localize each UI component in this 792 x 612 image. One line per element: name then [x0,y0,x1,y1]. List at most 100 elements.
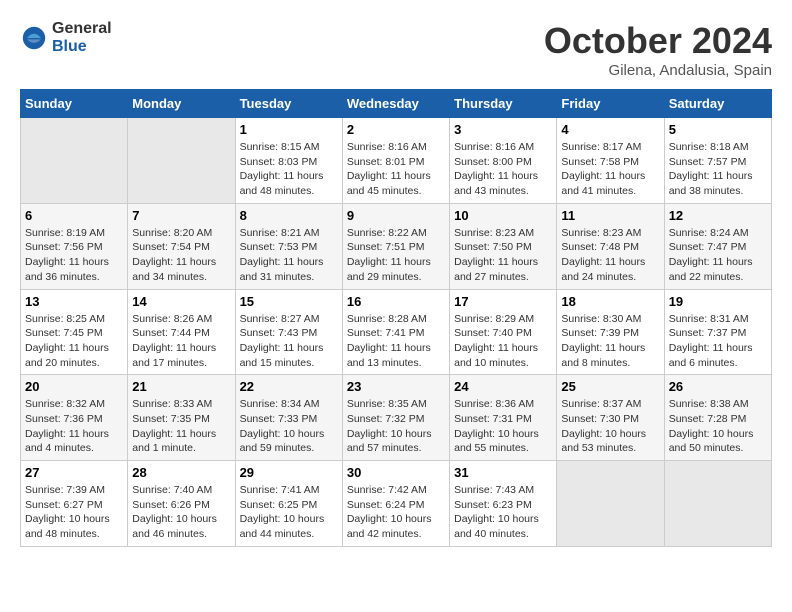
day-number: 8 [240,208,338,223]
week-row-3: 13 Sunrise: 8:25 AM Sunset: 7:45 PM Dayli… [21,289,772,375]
day-info: Sunrise: 8:27 AM Sunset: 7:43 PM Dayligh… [240,312,338,371]
day-cell: 17 Sunrise: 8:29 AM Sunset: 7:40 PM Dayli… [450,289,557,375]
day-cell: 1Sunrise: 8:15 AM Sunset: 8:03 PM Daylig… [235,118,342,204]
col-header-tuesday: Tuesday [235,90,342,118]
day-info: Sunrise: 8:38 AM Sunset: 7:28 PM Dayligh… [669,397,767,456]
day-cell: 15 Sunrise: 8:27 AM Sunset: 7:43 PM Dayli… [235,289,342,375]
day-info: Sunrise: 8:16 AM Sunset: 8:01 PM Dayligh… [347,140,445,199]
day-info: Sunrise: 8:23 AM Sunset: 7:48 PM Dayligh… [561,226,659,285]
day-info: Sunrise: 7:41 AM Sunset: 6:25 PM Dayligh… [240,483,338,542]
day-info: Sunrise: 7:42 AM Sunset: 6:24 PM Dayligh… [347,483,445,542]
col-header-sunday: Sunday [21,90,128,118]
day-number: 5 [669,122,767,137]
day-number: 10 [454,208,552,223]
day-info: Sunrise: 8:30 AM Sunset: 7:39 PM Dayligh… [561,312,659,371]
day-info: Sunrise: 8:23 AM Sunset: 7:50 PM Dayligh… [454,226,552,285]
day-number: 27 [25,465,123,480]
day-cell [128,118,235,204]
day-cell: 27Sunrise: 7:39 AM Sunset: 6:27 PM Dayli… [21,461,128,547]
day-cell: 22Sunrise: 8:34 AM Sunset: 7:33 PM Dayli… [235,375,342,461]
day-cell [664,461,771,547]
month-title: October 2024 [544,20,772,62]
week-row-5: 27Sunrise: 7:39 AM Sunset: 6:27 PM Dayli… [21,461,772,547]
col-header-saturday: Saturday [664,90,771,118]
day-info: Sunrise: 8:32 AM Sunset: 7:36 PM Dayligh… [25,397,123,456]
day-cell: 31Sunrise: 7:43 AM Sunset: 6:23 PM Dayli… [450,461,557,547]
day-number: 4 [561,122,659,137]
day-number: 28 [132,465,230,480]
col-header-thursday: Thursday [450,90,557,118]
day-info: Sunrise: 8:25 AM Sunset: 7:45 PM Dayligh… [25,312,123,371]
day-number: 12 [669,208,767,223]
day-cell: 6 Sunrise: 8:19 AM Sunset: 7:56 PM Daylig… [21,203,128,289]
day-number: 13 [25,294,123,309]
day-number: 20 [25,379,123,394]
week-row-4: 20 Sunrise: 8:32 AM Sunset: 7:36 PM Dayli… [21,375,772,461]
col-header-friday: Friday [557,90,664,118]
day-cell: 9Sunrise: 8:22 AM Sunset: 7:51 PM Daylig… [342,203,449,289]
day-cell: 13 Sunrise: 8:25 AM Sunset: 7:45 PM Dayli… [21,289,128,375]
day-number: 2 [347,122,445,137]
day-cell [557,461,664,547]
title-area: October 2024 Gilena, Andalusia, Spain [544,20,772,79]
day-cell: 10 Sunrise: 8:23 AM Sunset: 7:50 PM Dayli… [450,203,557,289]
calendar-table: SundayMondayTuesdayWednesdayThursdayFrid… [20,89,772,547]
day-cell: 3Sunrise: 8:16 AM Sunset: 8:00 PM Daylig… [450,118,557,204]
day-cell: 2 Sunrise: 8:16 AM Sunset: 8:01 PM Daylig… [342,118,449,204]
day-cell: 28Sunrise: 7:40 AM Sunset: 6:26 PM Dayli… [128,461,235,547]
day-cell: 23 Sunrise: 8:35 AM Sunset: 7:32 PM Dayli… [342,375,449,461]
day-number: 3 [454,122,552,137]
day-number: 7 [132,208,230,223]
day-info: Sunrise: 8:17 AM Sunset: 7:58 PM Dayligh… [561,140,659,199]
day-cell: 12 Sunrise: 8:24 AM Sunset: 7:47 PM Dayli… [664,203,771,289]
day-cell: 5 Sunrise: 8:18 AM Sunset: 7:57 PM Daylig… [664,118,771,204]
page-header: General Blue October 2024 Gilena, Andalu… [20,20,772,79]
day-number: 24 [454,379,552,394]
header-row: SundayMondayTuesdayWednesdayThursdayFrid… [21,90,772,118]
day-info: Sunrise: 8:21 AM Sunset: 7:53 PM Dayligh… [240,226,338,285]
logo-general: General [52,20,112,37]
day-number: 17 [454,294,552,309]
day-cell: 30Sunrise: 7:42 AM Sunset: 6:24 PM Dayli… [342,461,449,547]
day-number: 23 [347,379,445,394]
day-number: 31 [454,465,552,480]
week-row-1: 1Sunrise: 8:15 AM Sunset: 8:03 PM Daylig… [21,118,772,204]
day-info: Sunrise: 8:18 AM Sunset: 7:57 PM Dayligh… [669,140,767,199]
day-info: Sunrise: 8:22 AM Sunset: 7:51 PM Dayligh… [347,226,445,285]
day-info: Sunrise: 8:20 AM Sunset: 7:54 PM Dayligh… [132,226,230,285]
col-header-monday: Monday [128,90,235,118]
day-number: 19 [669,294,767,309]
day-cell: 18 Sunrise: 8:30 AM Sunset: 7:39 PM Dayli… [557,289,664,375]
day-number: 11 [561,208,659,223]
day-info: Sunrise: 8:24 AM Sunset: 7:47 PM Dayligh… [669,226,767,285]
day-number: 1 [240,122,338,137]
day-info: Sunrise: 8:35 AM Sunset: 7:32 PM Dayligh… [347,397,445,456]
day-info: Sunrise: 8:29 AM Sunset: 7:40 PM Dayligh… [454,312,552,371]
logo: General Blue [20,20,112,56]
logo-icon [20,24,48,52]
day-number: 6 [25,208,123,223]
day-number: 16 [347,294,445,309]
day-cell: 20 Sunrise: 8:32 AM Sunset: 7:36 PM Dayli… [21,375,128,461]
day-info: Sunrise: 8:28 AM Sunset: 7:41 PM Dayligh… [347,312,445,371]
day-cell: 4 Sunrise: 8:17 AM Sunset: 7:58 PM Daylig… [557,118,664,204]
day-info: Sunrise: 8:33 AM Sunset: 7:35 PM Dayligh… [132,397,230,456]
day-info: Sunrise: 8:36 AM Sunset: 7:31 PM Dayligh… [454,397,552,456]
day-number: 29 [240,465,338,480]
day-cell: 14 Sunrise: 8:26 AM Sunset: 7:44 PM Dayli… [128,289,235,375]
day-info: Sunrise: 8:37 AM Sunset: 7:30 PM Dayligh… [561,397,659,456]
day-cell: 11 Sunrise: 8:23 AM Sunset: 7:48 PM Dayli… [557,203,664,289]
day-number: 18 [561,294,659,309]
day-cell: 7 Sunrise: 8:20 AM Sunset: 7:54 PM Daylig… [128,203,235,289]
day-info: Sunrise: 8:19 AM Sunset: 7:56 PM Dayligh… [25,226,123,285]
location-subtitle: Gilena, Andalusia, Spain [544,62,772,79]
day-cell: 25Sunrise: 8:37 AM Sunset: 7:30 PM Dayli… [557,375,664,461]
day-cell: 26Sunrise: 8:38 AM Sunset: 7:28 PM Dayli… [664,375,771,461]
day-info: Sunrise: 8:26 AM Sunset: 7:44 PM Dayligh… [132,312,230,371]
day-cell: 24 Sunrise: 8:36 AM Sunset: 7:31 PM Dayli… [450,375,557,461]
day-cell: 29 Sunrise: 7:41 AM Sunset: 6:25 PM Dayli… [235,461,342,547]
day-cell: 16 Sunrise: 8:28 AM Sunset: 7:41 PM Dayli… [342,289,449,375]
day-cell [21,118,128,204]
day-number: 14 [132,294,230,309]
day-number: 15 [240,294,338,309]
